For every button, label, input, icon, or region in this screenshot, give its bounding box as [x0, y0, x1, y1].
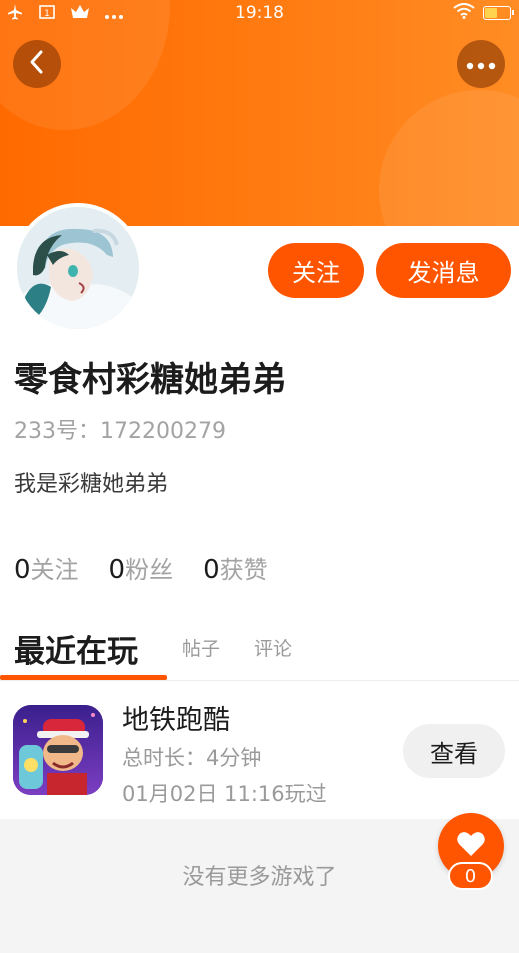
user-id: 233号：172200279 [14, 419, 226, 444]
like-count-badge: 0 [448, 862, 493, 890]
heart-icon [456, 830, 486, 862]
header-decoration [379, 90, 519, 226]
stat-following-label: 关注 [30, 556, 79, 584]
game-play-duration: 总时长：4分钟 [122, 746, 262, 770]
battery-icon [483, 6, 514, 20]
stat-likes-count: 0 [203, 555, 220, 585]
tab-comments[interactable]: 评论 [254, 634, 292, 661]
status-bar: 1 19:18 [0, 0, 519, 26]
stat-fans[interactable]: 0 粉丝 [109, 550, 174, 585]
stat-likes[interactable]: 0 获赞 [203, 550, 268, 585]
avatar-image [17, 207, 139, 329]
tab-recent-played[interactable]: 最近在玩 [14, 626, 138, 671]
back-button[interactable] [13, 40, 61, 88]
wifi-icon [453, 3, 475, 23]
game-icon [13, 705, 103, 795]
user-bio: 我是彩糖她弟弟 [14, 472, 169, 497]
stat-fans-count: 0 [108, 555, 126, 585]
follow-button[interactable]: 关注 [268, 243, 364, 298]
more-dots-icon [466, 55, 496, 74]
game-last-played: 01月02日 11:16玩过 [122, 782, 327, 806]
status-right [453, 3, 514, 23]
stat-following-count: 0 [14, 555, 31, 585]
tab-posts[interactable]: 帖子 [182, 634, 220, 661]
profile-header-banner [0, 0, 519, 226]
battery-level [485, 8, 497, 18]
chevron-left-icon [27, 49, 47, 79]
avatar[interactable] [13, 203, 143, 333]
list-item[interactable]: 地铁跑酷 总时长：4分钟 01月02日 11:16玩过 查看 [0, 690, 519, 818]
no-more-games-text: 没有更多游戏了 [182, 865, 337, 890]
game-title: 地铁跑酷 [122, 705, 230, 736]
send-message-button[interactable]: 发消息 [376, 243, 511, 298]
stat-following[interactable]: 0 关注 [14, 550, 79, 585]
profile-stats: 0 关注 0 粉丝 0 获赞 [14, 550, 268, 585]
stat-likes-label: 获赞 [219, 556, 268, 584]
more-options-button[interactable] [457, 40, 505, 88]
status-time: 19:18 [235, 3, 284, 23]
view-game-button[interactable]: 查看 [403, 724, 505, 778]
divider [0, 680, 519, 681]
stat-fans-label: 粉丝 [125, 556, 174, 584]
username: 零食村彩糖她弟弟 [14, 360, 286, 400]
profile-tabs: 最近在玩 帖子 评论 [0, 620, 519, 682]
